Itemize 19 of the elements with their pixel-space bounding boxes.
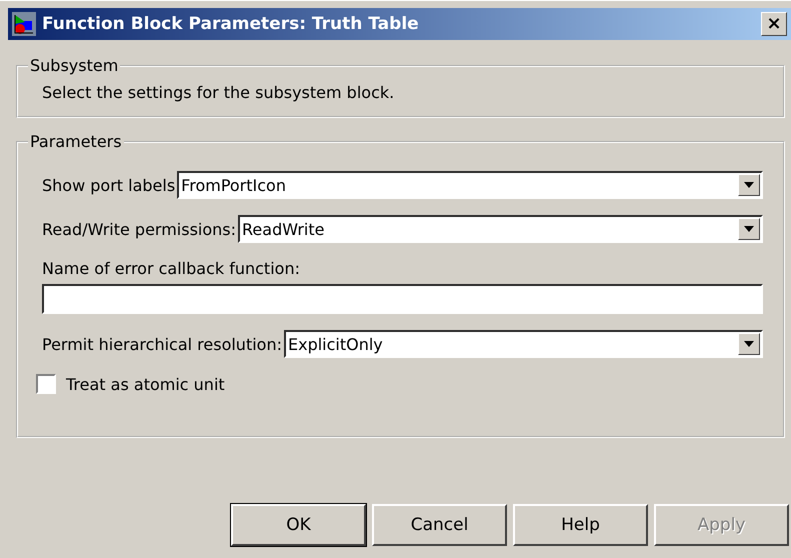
description-text: Select the settings for the subsystem block. [42, 83, 396, 102]
dropdown[interactable]: ExplicitOnly [284, 330, 763, 358]
group-title: Parameters [29, 132, 123, 151]
input-field[interactable] [42, 284, 763, 314]
dropdown[interactable]: FromPortIcon [177, 171, 763, 199]
field-label: Show port labels [42, 176, 176, 194]
dropdown[interactable]: ReadWrite [238, 215, 763, 243]
dialog-button[interactable]: OK [231, 504, 366, 546]
field-label: Name of error callback function: [42, 259, 301, 278]
dialog-button[interactable]: Help [513, 504, 648, 546]
checkbox[interactable] [36, 374, 56, 394]
block-diagram-icon [12, 12, 36, 36]
close-button[interactable]: × [761, 12, 787, 36]
dialog-button[interactable]: Cancel [372, 504, 507, 546]
group-title: Subsystem [29, 56, 120, 75]
window-title: Function Block Parameters: Truth Table [42, 14, 420, 34]
field-label: Read/Write permissions: [42, 220, 236, 238]
checkbox-label: Treat as atomic unit [66, 374, 225, 394]
field-label: Permit hierarchical resolution: [42, 334, 282, 354]
